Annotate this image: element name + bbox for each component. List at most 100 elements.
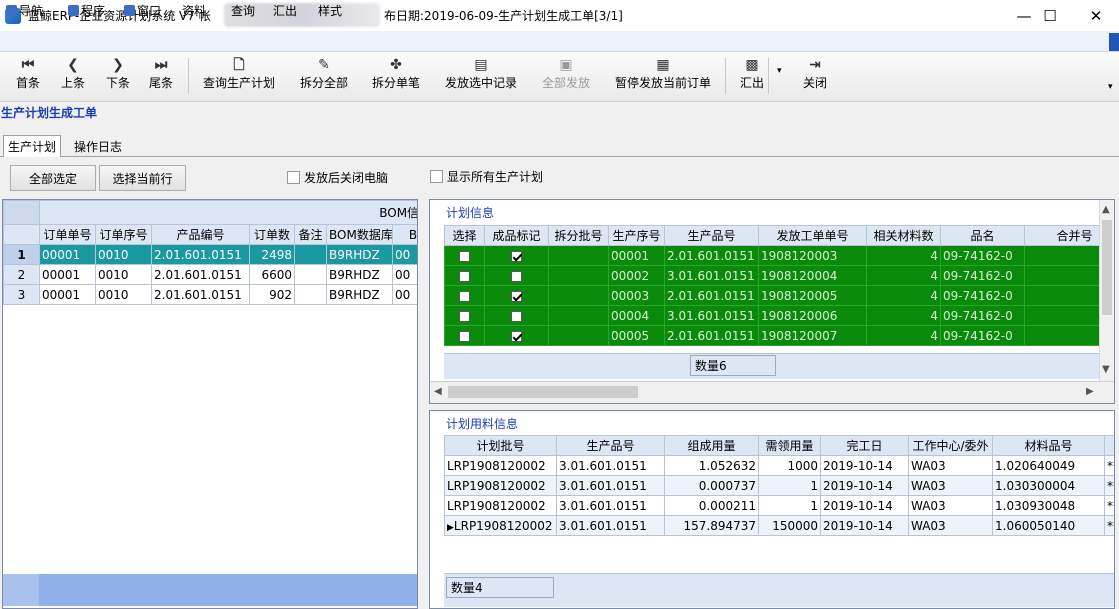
checkbox-box[interactable] [511,270,522,282]
col-header[interactable]: 选择 [444,225,485,246]
cell-note[interactable] [294,264,327,285]
col-header[interactable]: 计划批号 [444,435,557,456]
table-row[interactable]: ▶LRP1908120002 3.01.601.0151 157.894737 … [444,515,1114,536]
tab-operation-log[interactable]: 操作日志 [70,135,126,157]
col-header[interactable]: 生产品号 [556,435,665,456]
finished-flag-checkbox[interactable] [484,325,549,346]
cell-workcenter[interactable]: WA03 [908,515,993,536]
cell-note[interactable] [294,284,327,305]
col-header[interactable]: 需领用量 [758,435,821,456]
col-header[interactable]: 成品标记 [484,225,549,246]
release-all-button[interactable]: ▣ 全部发放 [535,54,597,100]
col-header[interactable]: 材料品号 [992,435,1105,456]
cell-date[interactable]: 2019-10-14 [820,455,909,476]
col-header[interactable]: 产品编号 [151,224,250,245]
release-selected-button[interactable]: ▤ 发放选中记录 [439,54,523,100]
cell-product[interactable]: 3.01.601.0151 [556,515,665,536]
scroll-left-icon[interactable]: ◀ [434,386,442,397]
pause-release-button[interactable]: ▦ 暂停发放当前订单 [607,54,719,100]
cell-mats[interactable]: 4 [866,265,941,286]
checkbox-box[interactable] [287,171,300,184]
scroll-up-icon[interactable]: ▲ [1102,204,1110,215]
cell-batch[interactable]: LRP1908120002 [444,475,557,496]
table-row[interactable]: 1 00001 0010 2.01.601.0151 2498 B9RHDZ 0… [3,244,417,265]
col-header[interactable]: 订单数 [249,224,295,245]
checkbox-box[interactable] [459,250,470,262]
cell-b[interactable]: 00 [391,264,417,285]
finished-flag-checkbox[interactable] [484,245,549,266]
col-header[interactable]: 组成用量 [664,435,759,456]
cell-workorder[interactable]: 1908120006 [758,305,867,326]
col-header[interactable]: BOM数据库 [326,224,393,245]
cell-seq[interactable]: 0010 [95,284,152,305]
cell-material[interactable]: 1.020640049 [992,455,1105,476]
cell-need[interactable]: 150000 [758,515,821,536]
cell-extra[interactable]: ** [1104,475,1114,496]
cell-product[interactable]: 3.01.601.0151 [664,265,759,286]
cell-name[interactable]: 09-74162-0 [940,245,1025,266]
col-header[interactable]: 生产序号 [608,225,665,246]
cell-workorder[interactable]: 1908120003 [758,245,867,266]
cell-workorder[interactable]: 1908120007 [758,325,867,346]
col-header[interactable]: B [391,224,417,245]
cell-usage[interactable]: 0.000737 [664,475,759,496]
scroll-thumb[interactable] [1102,220,1112,315]
last-record-button[interactable]: ⏭ 尾条 [145,54,177,100]
cell-extra[interactable]: ** [1104,455,1114,476]
table-row[interactable]: 00003 2.01.601.0151 1908120005 4 09-7416… [444,285,1114,306]
cell-date[interactable]: 2019-10-14 [820,495,909,516]
menu-query[interactable]: 查询 [231,2,255,19]
menu-export[interactable]: 汇出 [273,2,297,19]
query-plan-button[interactable]: 🗋 查询生产计划 [196,54,282,100]
tab-production-plan[interactable]: 生产计划 [3,135,62,157]
cell-seq[interactable]: 0010 [95,244,152,265]
cell-bomdb[interactable]: B9RHDZ [326,284,393,305]
menu-navigate[interactable]: 导航 [6,2,43,19]
cell-need[interactable]: 1 [758,475,821,496]
cell-batch[interactable] [548,285,609,306]
split-all-button[interactable]: ✎ 拆分全部 [295,54,353,100]
cell-order[interactable]: 00001 [39,244,96,265]
checkbox-box[interactable] [459,330,470,342]
col-header[interactable]: 工作中心/委外 [908,435,993,456]
cell-product[interactable]: 2.01.601.0151 [151,284,250,305]
next-record-button[interactable]: ❯ 下条 [103,54,133,100]
cell-product[interactable]: 3.01.601.0151 [556,455,665,476]
cell-batch[interactable] [548,265,609,286]
toolbar-overflow-arrow-icon[interactable]: ▾ [1108,82,1113,92]
checkbox-box[interactable] [430,170,443,183]
close-window-button[interactable]: ✕ [1073,0,1119,31]
shutdown-after-release-checkbox[interactable]: 发放后关闭电脑 [287,169,388,186]
col-header[interactable]: 品名 [940,225,1025,246]
cell-workcenter[interactable]: WA03 [908,455,993,476]
cell-mats[interactable]: 4 [866,305,941,326]
cell-note[interactable] [294,244,327,265]
checkbox-box[interactable] [511,330,522,342]
row-number[interactable]: 2 [3,264,40,285]
cell-need[interactable]: 1000 [758,455,821,476]
table-row[interactable]: 00001 2.01.601.0151 1908120003 4 09-7416… [444,245,1114,266]
select-checkbox[interactable] [444,245,485,266]
table-row[interactable]: 00002 3.01.601.0151 1908120004 4 09-7416… [444,265,1114,286]
select-all-button[interactable]: 全部选定 [10,165,96,191]
table-row[interactable]: 3 00001 0010 2.01.601.0151 902 B9RHDZ 00 [3,284,417,305]
menu-style[interactable]: 样式 [318,2,342,19]
split-one-button[interactable]: ✤ 拆分单笔 [366,54,426,100]
cell-b[interactable]: 00 [391,244,417,265]
cell-extra[interactable]: ** [1104,495,1114,516]
cell-qty[interactable]: 2498 [249,244,295,265]
col-header[interactable]: 完工日 [820,435,909,456]
cell-material[interactable]: 1.030300004 [992,475,1105,496]
col-header[interactable]: 备注 [294,224,327,245]
table-row[interactable]: 2 00001 0010 2.01.601.0151 6600 B9RHDZ 0… [3,264,417,285]
cell-extra[interactable]: ** [1104,515,1114,536]
table-row[interactable]: 00004 3.01.601.0151 1908120006 4 09-7416… [444,305,1114,326]
select-checkbox[interactable] [444,265,485,286]
table-row[interactable]: LRP1908120002 3.01.601.0151 0.000211 1 2… [444,495,1114,516]
select-current-row-button[interactable]: 选择当前行 [99,165,186,191]
first-record-button[interactable]: ⏮ 首条 [12,54,44,100]
col-header[interactable]: 工 [1104,435,1114,456]
cell-bomdb[interactable]: B9RHDZ [326,264,393,285]
cell-batch[interactable]: LRP1908120002 [444,455,557,476]
checkbox-box[interactable] [459,290,470,302]
